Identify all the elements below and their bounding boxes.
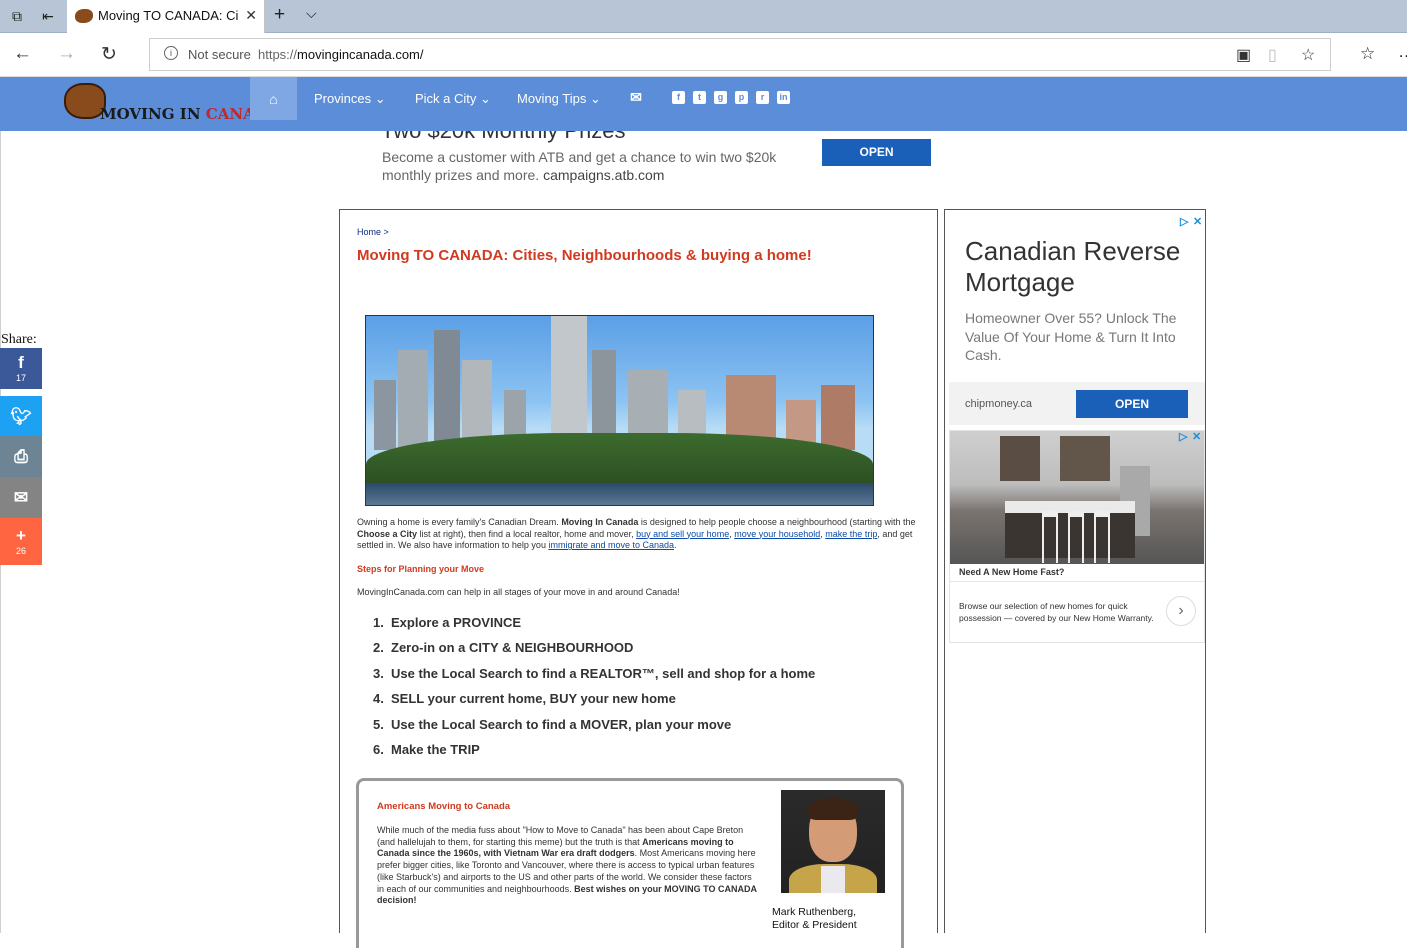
city-skyline-image	[365, 315, 874, 506]
kitchen-image	[950, 431, 1204, 564]
home-button[interactable]: ⌂	[250, 77, 297, 120]
print-icon: ⎙	[14, 447, 28, 466]
settings-more-icon[interactable]: …	[1398, 42, 1407, 62]
editor-name: Mark Ruthenberg, Editor & President	[772, 906, 857, 931]
link-immigrate[interactable]: immigrate and move to Canada	[548, 540, 674, 550]
refresh-icon[interactable]: ↻	[101, 43, 117, 66]
email-icon[interactable]: ✉	[628, 90, 644, 104]
ad2-text: Browse our selection of new homes for qu…	[959, 601, 1154, 623]
breadcrumb[interactable]: Home >	[357, 227, 389, 237]
nav-pick-a-city[interactable]: Pick a City ⌄	[415, 91, 491, 107]
nav-moving-tips[interactable]: Moving Tips ⌄	[517, 91, 601, 107]
steps-heading: Steps for Planning your Move	[357, 564, 485, 574]
not-secure-label: Not secure	[188, 47, 251, 62]
ad1-open-button[interactable]: OPEN	[1076, 390, 1188, 418]
steps-list: 1. Explore a PROVINCE 2. Zero-in on a CITY…	[373, 615, 815, 767]
share-more-button[interactable]: + 26	[0, 518, 42, 565]
share-label: Share:	[1, 332, 37, 347]
site-navbar: MOVING IN CANADA ⌂ Provinces ⌄ Pick a Ci…	[0, 77, 1407, 131]
tab-title: Moving TO CANADA: Ci	[98, 8, 238, 23]
list-item: 2. Zero-in on a CITY & NEIGHBOURHOOD	[373, 640, 634, 656]
site-logo[interactable]: MOVING IN CANADA	[64, 81, 279, 127]
link-move-household[interactable]: move your household	[734, 529, 820, 539]
favorites-hub-icon[interactable]: ☆	[1360, 44, 1375, 64]
page-title: Moving TO CANADA: Cities, Neighbourhoods…	[357, 247, 812, 264]
adchoices-icon[interactable]: ▷	[1180, 215, 1188, 228]
favorite-star-icon[interactable]: ☆	[1301, 45, 1315, 65]
browser-tab[interactable]: Moving TO CANADA: Ci ✕	[67, 0, 265, 33]
tab-list-chevron-icon[interactable]: ⌵	[306, 5, 317, 22]
twitter-icon: 🐦︎	[10, 407, 32, 426]
ad1-domain: chipmoney.ca	[965, 398, 1033, 410]
share-twitter-button[interactable]: 🐦︎	[0, 396, 42, 437]
americans-text: While much of the media fuss about "How …	[377, 825, 757, 906]
forward-arrow-icon[interactable]: →	[57, 43, 76, 65]
link-buy-sell-home[interactable]: buy and sell your home	[636, 529, 729, 539]
share-print-button[interactable]: ⎙	[0, 436, 42, 477]
linkedin-icon[interactable]: in	[777, 91, 790, 104]
ad1-title: Canadian Reverse Mortgage	[965, 236, 1181, 297]
help-text: MovingInCanada.com can help in all stage…	[357, 587, 680, 597]
new-home-ad[interactable]: ▷ ✕ Need A New Home Fast? Browse our sel…	[949, 430, 1205, 643]
americans-box: Americans Moving to Canada While much of…	[356, 778, 904, 948]
share-email-button[interactable]: ✉	[0, 477, 42, 518]
browser-tab-bar: ⧉ ⇤ Moving TO CANADA: Ci ✕ + ⌵	[0, 0, 1407, 33]
url-host: movingincanada.com/	[297, 47, 424, 62]
ad2-heading: Need A New Home Fast?	[959, 567, 1065, 577]
link-make-trip[interactable]: make the trip	[825, 529, 877, 539]
sidebar: ▷ ✕ Canadian Reverse Mortgage Homeowner …	[944, 209, 1206, 933]
logo-text-part1: MOVING IN	[100, 105, 206, 123]
close-tab-icon[interactable]: ✕	[245, 7, 257, 24]
editor-photo	[781, 790, 885, 893]
list-item: 1. Explore a PROVINCE	[373, 615, 522, 630]
list-item: 3. Use the Local Search to find a REALTOR…	[373, 665, 816, 681]
top-ad-body[interactable]: Become a customer with ATB and get a cha…	[382, 148, 802, 184]
address-field[interactable]: i Not secure https://movingincanada.com/…	[149, 38, 1331, 71]
new-tab-icon[interactable]: +	[274, 4, 285, 26]
twitter-icon[interactable]: t	[693, 91, 706, 104]
top-ad-headline-text: Two $20k Monthly Prizes	[381, 131, 626, 144]
facebook-share-count: 17	[15, 373, 26, 383]
set-aside-tabs-icon[interactable]: ⇤	[37, 6, 59, 26]
home-icon: ⌂	[269, 90, 278, 107]
reading-view-icon[interactable]: ▯	[1268, 45, 1277, 65]
reading-list-icon[interactable]: ▣	[1236, 45, 1251, 65]
chevron-right-icon[interactable]: ›	[1166, 596, 1196, 626]
site-favicon-icon	[75, 9, 93, 23]
url-text[interactable]: https://movingincanada.com/	[258, 47, 424, 62]
rss-icon[interactable]: r	[756, 91, 769, 104]
adchoices-icon[interactable]: ▷	[1179, 430, 1187, 443]
address-toolbar: ← → ↻ i Not secure https://movingincanad…	[0, 33, 1407, 77]
main-content: Home > Moving TO CANADA: Cities, Neighbo…	[339, 209, 938, 948]
more-share-count: 26	[15, 546, 26, 556]
list-item: 4. SELL your current home, BUY your new h…	[373, 691, 676, 707]
americans-heading: Americans Moving to Canada	[377, 801, 511, 812]
reverse-mortgage-ad[interactable]: ▷ ✕ Canadian Reverse Mortgage Homeowner …	[949, 214, 1205, 425]
ad-close-icon[interactable]: ✕	[1192, 430, 1201, 443]
list-item: 6. Make the TRIP	[373, 741, 480, 757]
pinterest-icon[interactable]: p	[735, 91, 748, 104]
top-ad-open-button[interactable]: OPEN	[822, 139, 931, 166]
top-ad-headline[interactable]: Two $20k Monthly Prizes	[381, 131, 681, 145]
google-plus-icon[interactable]: g	[714, 91, 727, 104]
email-icon: ✉	[13, 488, 29, 507]
top-ad-domain: campaigns.atb.com	[543, 167, 665, 183]
list-item: 5. Use the Local Search to find a MOVER, …	[373, 716, 732, 732]
tab-actions-icon[interactable]: ⧉	[6, 6, 28, 26]
intro-paragraph: Owning a home is every family's Canadian…	[357, 517, 916, 551]
ad1-body: Homeowner Over 55? Unlock The Value Of Y…	[965, 310, 1177, 363]
back-arrow-icon[interactable]: ←	[13, 43, 32, 65]
plus-icon: +	[16, 526, 26, 545]
share-facebook-button[interactable]: f 17	[0, 348, 42, 389]
nav-provinces[interactable]: Provinces ⌄	[314, 91, 386, 107]
url-scheme: https://	[258, 47, 298, 62]
ad-close-icon[interactable]: ✕	[1193, 215, 1202, 228]
facebook-icon: f	[18, 353, 24, 372]
facebook-icon[interactable]: f	[672, 91, 685, 104]
info-icon[interactable]: i	[164, 46, 178, 60]
